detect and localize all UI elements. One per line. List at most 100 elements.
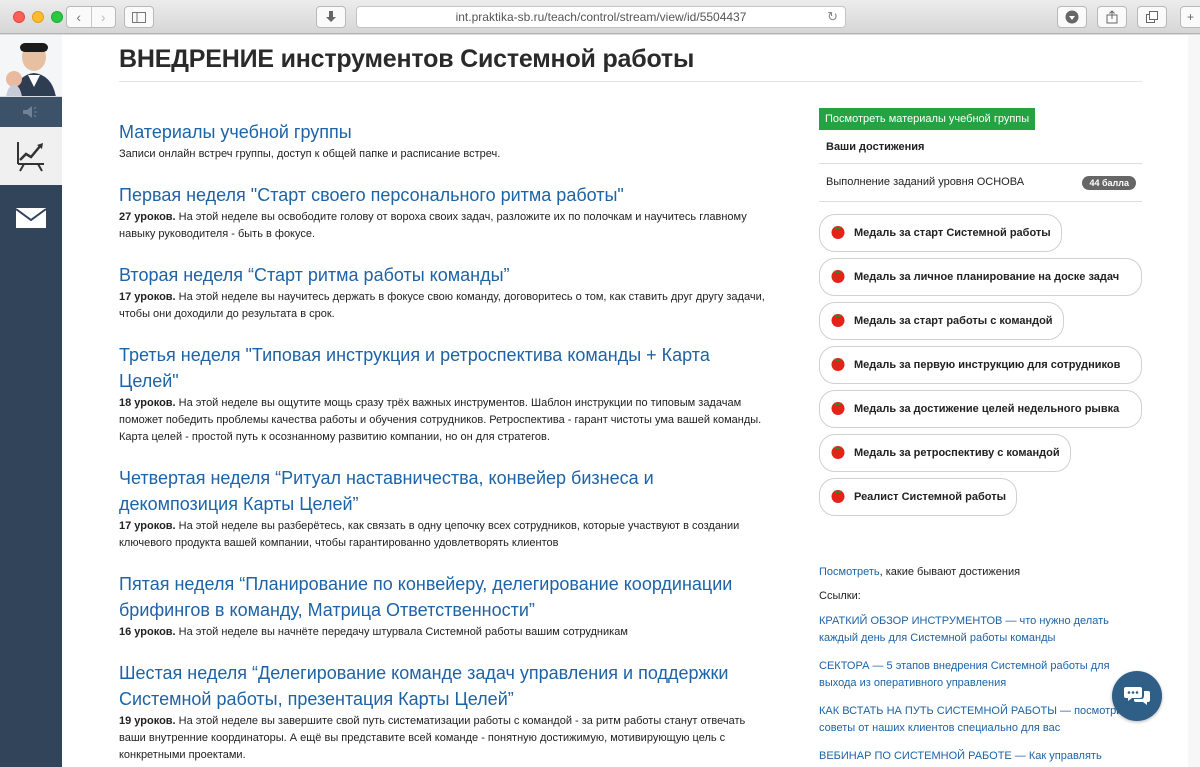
address-bar[interactable]: int.praktika-sb.ru/teach/control/stream/… (356, 6, 846, 28)
lesson-item: Материалы учебной группы Записи онлайн в… (119, 119, 767, 163)
see-achievements-link[interactable]: Посмотреть (819, 566, 880, 578)
medal-label: Медаль за старт Системной работы (854, 227, 1051, 239)
lesson-count: 17 уроков. (119, 520, 176, 532)
lesson-title-link[interactable]: Четвертая неделя “Ритуал наставничества,… (119, 465, 767, 517)
medal-item[interactable]: Медаль за достижение целей недельного ры… (819, 390, 1142, 428)
medal-label: Медаль за первую инструкцию для сотрудни… (854, 359, 1121, 371)
new-tab-button[interactable]: + (1180, 6, 1200, 28)
reload-icon[interactable]: ↻ (827, 9, 838, 25)
sound-toggle[interactable] (0, 97, 62, 127)
sidebar-item-messages[interactable] (0, 195, 62, 241)
download-status-button[interactable] (1057, 6, 1087, 28)
lesson-description-text: На этой неделе вы научитесь держать в фо… (119, 291, 765, 320)
medal-list: Медаль за старт Системной работы Медаль … (819, 214, 1142, 522)
lesson-description: 17 уроков. На этой неделе вы научитесь д… (119, 289, 767, 323)
lesson-title-link[interactable]: Первая неделя "Старт своего персональног… (119, 182, 767, 208)
lesson-item: Шестая неделя “Делегирование команде зад… (119, 660, 767, 764)
level-label: Выполнение заданий уровня ОСНОВА (826, 176, 1025, 188)
lesson-title-link[interactable]: Третья неделя "Типовая инструкция и ретр… (119, 342, 767, 394)
browser-toolbar: ‹ › int.praktika-sb.ru/teach/control/str… (0, 0, 1200, 34)
tomato-icon (831, 446, 845, 459)
medal-label: Реалист Системной работы (854, 491, 1006, 503)
forward-button[interactable]: › (90, 7, 116, 27)
tomato-icon (831, 490, 845, 503)
title-divider (119, 81, 1142, 82)
lesson-description: 19 уроков. На этой неделе вы завершите с… (119, 713, 767, 764)
share-button[interactable] (1097, 6, 1127, 28)
page-title: ВНЕДРЕНИЕ инструментов Системной работы (119, 45, 695, 73)
page-scrollbar[interactable] (1188, 35, 1200, 767)
lesson-list: Материалы учебной группы Записи онлайн в… (119, 119, 767, 767)
resource-link[interactable]: ВЕБИНАР ПО СИСТЕМНОЙ РАБОТЕ — Как управл… (819, 748, 1142, 765)
tomato-icon (831, 402, 845, 415)
lesson-description-text: На этой неделе вы начнёте передачу штурв… (175, 626, 628, 638)
medal-label: Медаль за старт работы с командой (854, 315, 1053, 327)
lesson-count: 27 уроков. (119, 211, 176, 223)
see-achievements-text: , какие бывают достижения (879, 566, 1021, 578)
lesson-count: 19 уроков. (119, 715, 176, 727)
lesson-description: 17 уроков. На этой неделе вы разберётесь… (119, 518, 767, 552)
lesson-title-link[interactable]: Материалы учебной группы (119, 119, 767, 145)
lesson-description: 18 уроков. На этой неделе вы ощутите мощ… (119, 395, 767, 446)
main-content: ВНЕДРЕНИЕ инструментов Системной работы … (62, 35, 1200, 767)
medal-label: Медаль за ретроспективу с командой (854, 447, 1060, 459)
resource-link[interactable]: КРАТКИЙ ОБЗОР ИНСТРУМЕНТОВ — что нужно д… (819, 613, 1142, 647)
lesson-title-link[interactable]: Вторая неделя “Старт ритма работы команд… (119, 262, 767, 288)
lesson-description-text: На этой неделе вы ощутите мощь сразу трё… (119, 397, 762, 443)
avatar[interactable] (0, 35, 62, 97)
lesson-description: Записи онлайн встреч группы, доступ к об… (119, 146, 767, 163)
lesson-title-link[interactable]: Шестая неделя “Делегирование команде зад… (119, 660, 767, 712)
download-arrow-icon (326, 11, 336, 22)
medal-item[interactable]: Реалист Системной работы (819, 478, 1017, 516)
medal-item[interactable]: Медаль за старт Системной работы (819, 214, 1062, 252)
tomato-icon (831, 358, 845, 371)
resource-link[interactable]: СЕКТОРА — 5 этапов внедрения Системной р… (819, 658, 1142, 692)
sidebar-toggle-icon (132, 11, 146, 23)
zoom-window-button[interactable] (51, 11, 63, 23)
points-badge: 44 балла (1082, 176, 1136, 190)
achievements-heading: Ваши достижения (819, 138, 1142, 164)
tomato-icon (831, 314, 845, 327)
tomato-icon (831, 270, 845, 283)
sidebar-item-training[interactable] (0, 127, 62, 185)
view-materials-button[interactable]: Посмотреть материалы учебной группы (819, 108, 1036, 130)
share-icon (1106, 10, 1118, 24)
level-progress-row[interactable]: Выполнение заданий уровня ОСНОВА 44 балл… (819, 164, 1142, 202)
speaker-icon (23, 106, 37, 118)
lesson-count: 18 уроков. (119, 397, 176, 409)
chat-button[interactable] (1112, 671, 1162, 721)
links-heading: Ссылки: (819, 590, 861, 602)
plus-icon: + (1186, 10, 1194, 24)
lesson-title-link[interactable]: Пятая неделя “Планирование по конвейеру,… (119, 571, 767, 623)
app-sidebar (0, 35, 62, 767)
lesson-description: 27 уроков. На этой неделе вы освободите … (119, 209, 767, 243)
lesson-item: Первая неделя "Старт своего персональног… (119, 182, 767, 243)
downloads-button[interactable] (316, 6, 346, 28)
lesson-count: 16 уроков. (119, 626, 176, 638)
lesson-item: Пятая неделя “Планирование по конвейеру,… (119, 571, 767, 641)
lesson-item: Четвертая неделя “Ритуал наставничества,… (119, 465, 767, 552)
close-window-button[interactable] (13, 11, 25, 23)
medal-item[interactable]: Медаль за старт работы с командой (819, 302, 1064, 340)
medal-item[interactable]: Медаль за первую инструкцию для сотрудни… (819, 346, 1142, 384)
sidebar-toggle-button[interactable] (124, 6, 154, 28)
medal-item[interactable]: Медаль за ретроспективу с командой (819, 434, 1071, 472)
chart-board-icon (17, 142, 44, 172)
minimize-window-button[interactable] (32, 11, 44, 23)
lesson-item: Вторая неделя “Старт ритма работы команд… (119, 262, 767, 323)
user-photo-icon (0, 35, 62, 96)
achievements-panel: Посмотреть материалы учебной группы Ваши… (819, 108, 1142, 765)
achievements-info: Посмотреть, какие бывают достижения (819, 564, 1142, 581)
history-navigation: ‹ › (66, 6, 116, 28)
lesson-description: 16 уроков. На этой неделе вы начнёте пер… (119, 624, 767, 641)
lesson-description-text: Записи онлайн встреч группы, доступ к об… (119, 148, 501, 160)
tabs-overview-button[interactable] (1137, 6, 1167, 28)
back-button[interactable]: ‹ (67, 7, 91, 27)
resource-link[interactable]: КАК ВСТАТЬ НА ПУТЬ СИСТЕМНОЙ РАБОТЫ — по… (819, 703, 1142, 737)
lesson-count: 17 уроков. (119, 291, 176, 303)
url-text: int.praktika-sb.ru/teach/control/stream/… (455, 10, 747, 24)
lesson-description-text: На этой неделе вы освободите голову от в… (119, 211, 747, 240)
medal-item[interactable]: Медаль за личное планирование на доске з… (819, 258, 1142, 296)
envelope-icon (16, 208, 46, 228)
lesson-item: Третья неделя "Типовая инструкция и ретр… (119, 342, 767, 446)
